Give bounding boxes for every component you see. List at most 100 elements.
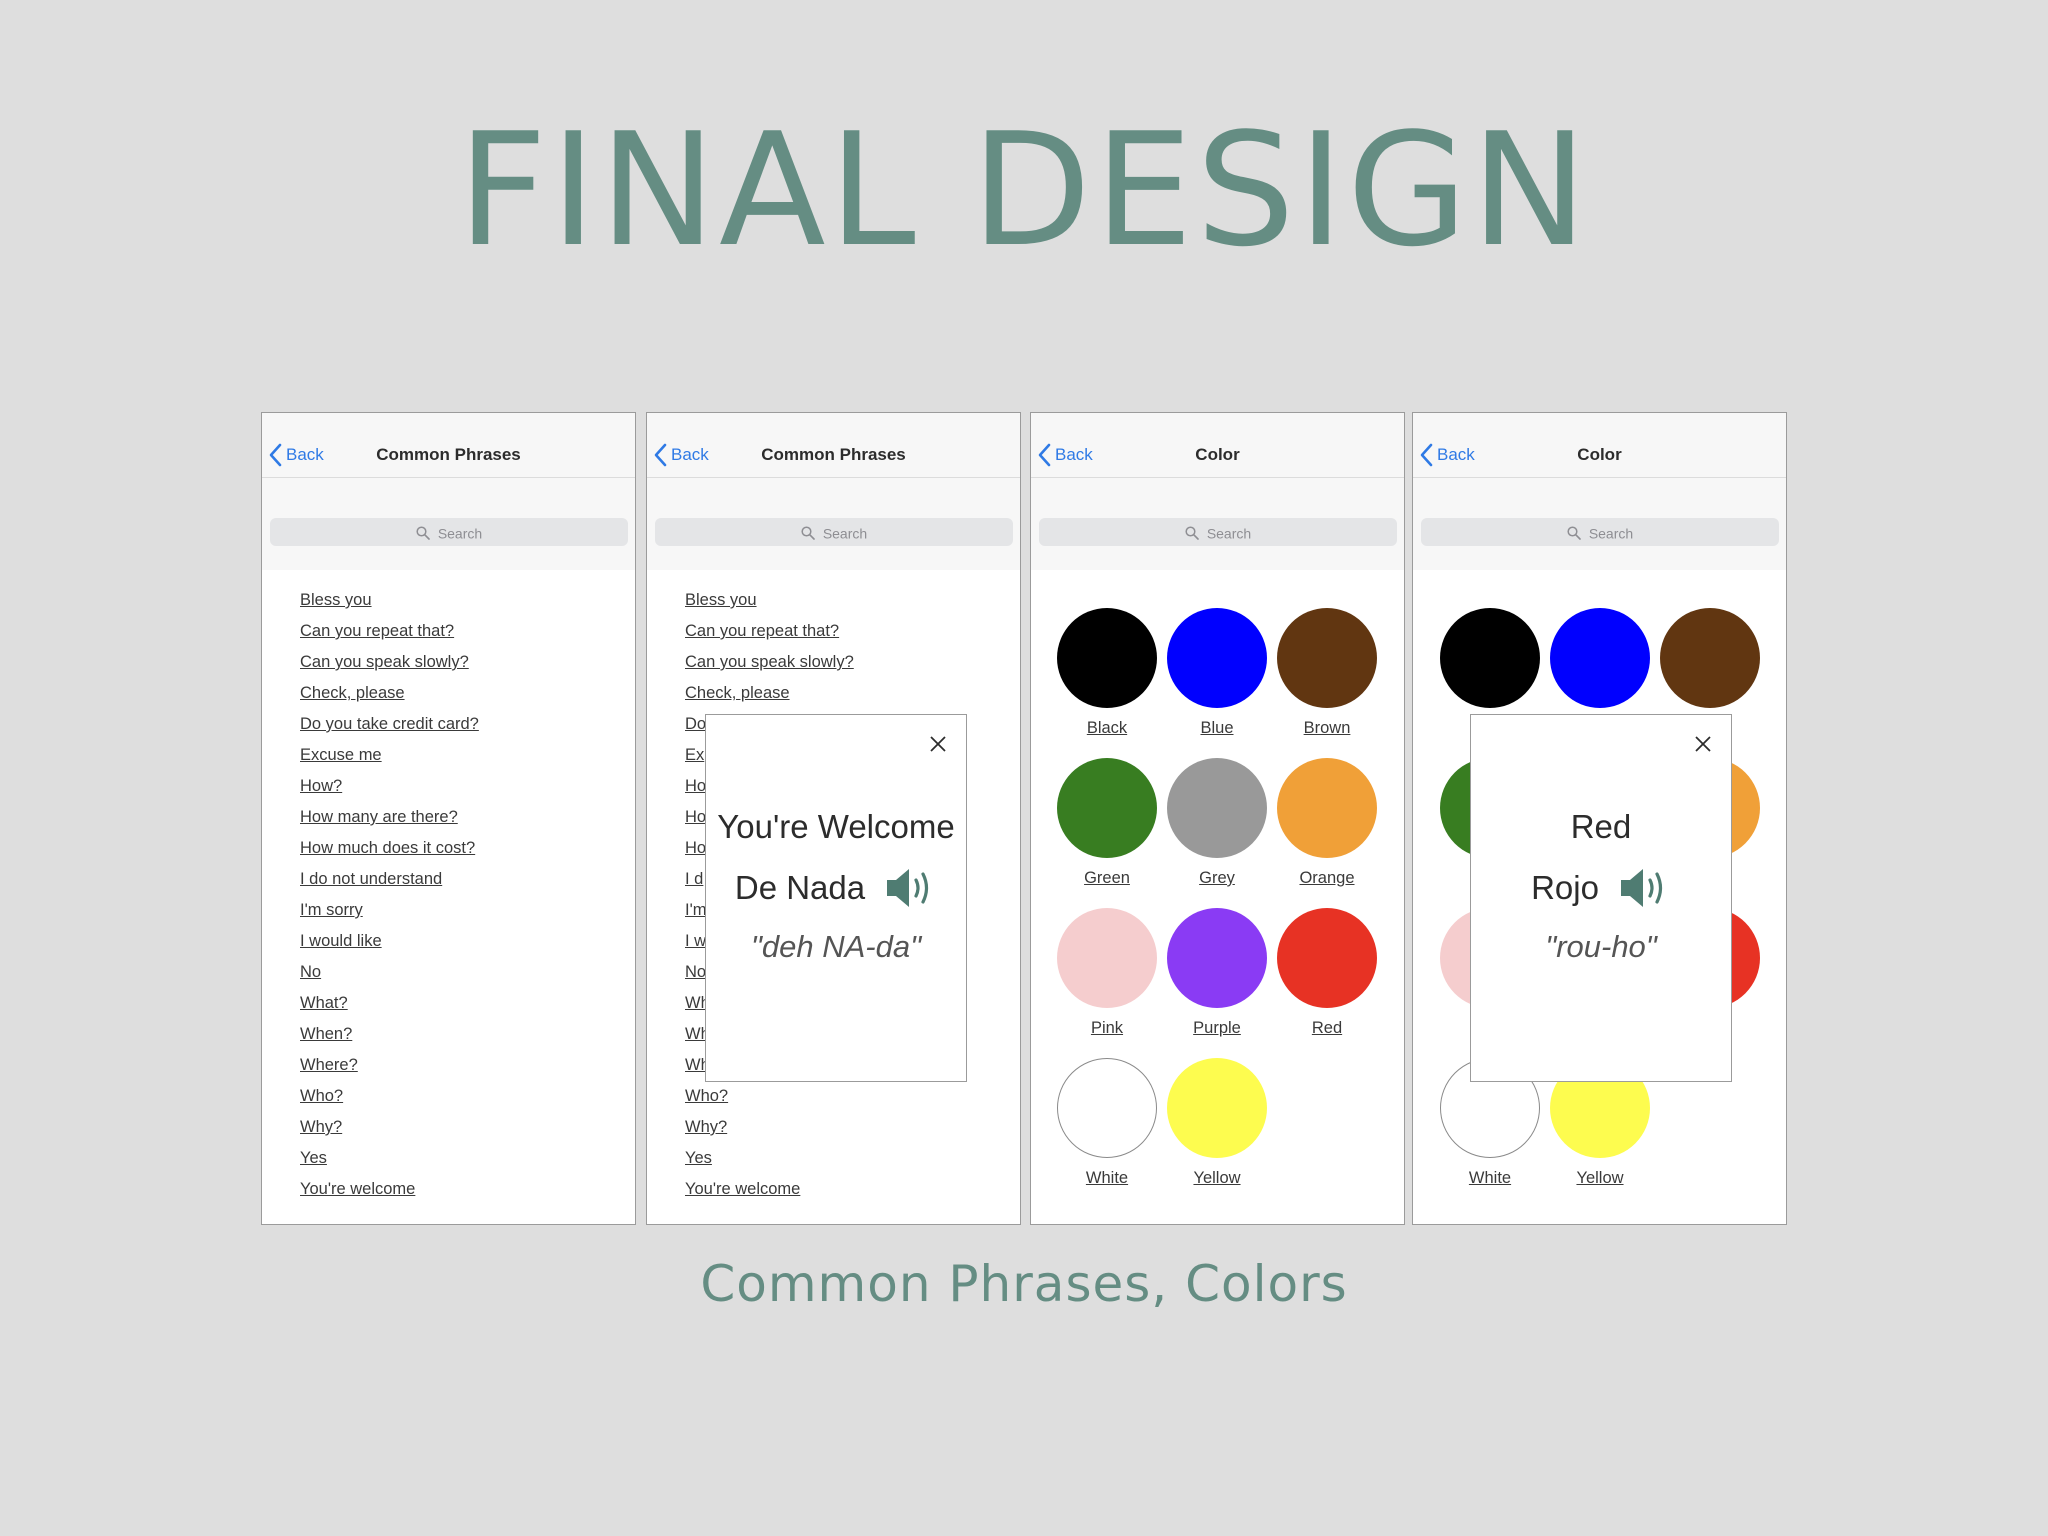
back-button[interactable]: Back xyxy=(1038,443,1093,467)
search-icon xyxy=(1567,526,1581,541)
color-label: Purple xyxy=(1193,1019,1241,1037)
phrase-link[interactable]: Bless you xyxy=(300,585,479,616)
spanish-row: De Nada xyxy=(706,863,966,913)
color-item[interactable]: Blue xyxy=(1167,608,1267,758)
color-label: Blue xyxy=(1200,719,1234,737)
phrase-link[interactable]: I'm sorry xyxy=(300,895,479,926)
phrase-link[interactable]: How much does it cost? xyxy=(300,833,479,864)
phrase-link[interactable]: What? xyxy=(300,988,479,1019)
color-label: Brown xyxy=(1303,719,1351,737)
english-word: Red xyxy=(1570,808,1632,845)
color-label: Orange xyxy=(1299,869,1355,887)
search-input[interactable]: Search xyxy=(1421,518,1779,546)
back-label: Back xyxy=(286,445,324,464)
color-swatch xyxy=(1057,908,1157,1008)
color-swatch xyxy=(1660,608,1760,708)
color-label: Yellow xyxy=(1576,1169,1624,1187)
color-item[interactable]: Orange xyxy=(1277,758,1377,908)
color-item[interactable]: Red xyxy=(1277,908,1377,1058)
color-swatch xyxy=(1167,1058,1267,1158)
color-swatch xyxy=(1057,758,1157,858)
color-swatch xyxy=(1057,608,1157,708)
search-input[interactable]: Search xyxy=(655,518,1013,546)
phrase-link[interactable]: Can you repeat that? xyxy=(300,616,479,647)
spanish-word: Rojo xyxy=(1531,869,1599,906)
search-placeholder: Search xyxy=(437,525,483,542)
color-item[interactable]: White xyxy=(1057,1058,1157,1208)
speaker-icon[interactable] xyxy=(885,866,937,910)
back-button[interactable]: Back xyxy=(269,443,324,467)
close-icon[interactable] xyxy=(928,734,948,754)
chevron-left-icon xyxy=(269,443,282,467)
translation-popup: Red Rojo "rou-ho" xyxy=(1470,714,1732,1082)
back-button[interactable]: Back xyxy=(1420,443,1475,467)
nav-bar: Back Common Phrases xyxy=(262,413,635,478)
phrase-link[interactable]: Can you speak slowly? xyxy=(300,647,479,678)
color-item[interactable]: Pink xyxy=(1057,908,1157,1058)
speaker-icon[interactable] xyxy=(1619,866,1671,910)
color-item[interactable]: Green xyxy=(1057,758,1157,908)
color-label: Pink xyxy=(1090,1019,1124,1037)
color-swatch xyxy=(1167,908,1267,1008)
nav-bar: Back Color xyxy=(1413,413,1786,478)
phrase-link[interactable]: Why? xyxy=(300,1112,479,1143)
phrase-link[interactable]: Who? xyxy=(300,1081,479,1112)
screen-colors-popup: Back Color Search n e White Yellow Red R… xyxy=(1412,412,1787,1225)
phrase-link[interactable]: I do not understand xyxy=(300,864,479,895)
color-item[interactable]: Purple xyxy=(1167,908,1267,1058)
color-item[interactable]: Yellow xyxy=(1167,1058,1267,1208)
phrase-link[interactable]: Can you repeat that? xyxy=(685,616,854,647)
phrase-link[interactable]: How? xyxy=(300,771,479,802)
color-item[interactable]: Grey xyxy=(1167,758,1267,908)
back-label: Back xyxy=(1055,445,1093,464)
screen-common-phrases: Back Common Phrases Search Bless you Can… xyxy=(261,412,636,1225)
color-swatch xyxy=(1277,608,1377,708)
phrase-link[interactable]: You're welcome xyxy=(685,1174,854,1205)
search-icon xyxy=(1185,526,1199,541)
search-input[interactable]: Search xyxy=(1039,518,1397,546)
phrase-link[interactable]: Can you speak slowly? xyxy=(685,647,854,678)
search-placeholder: Search xyxy=(1588,525,1634,542)
spanish-phrase: De Nada xyxy=(734,869,866,906)
color-swatch xyxy=(1057,1058,1157,1158)
phrase-link[interactable]: Bless you xyxy=(685,585,854,616)
color-swatch xyxy=(1167,758,1267,858)
back-button[interactable]: Back xyxy=(654,443,709,467)
search-icon xyxy=(801,526,815,541)
phrase-link[interactable]: Check, please xyxy=(300,678,479,709)
back-label: Back xyxy=(1437,445,1475,464)
color-label: Yellow xyxy=(1193,1169,1241,1187)
phrase-link[interactable]: Where? xyxy=(300,1050,479,1081)
color-item[interactable]: Black xyxy=(1057,608,1157,758)
phrase-link[interactable]: Who? xyxy=(685,1081,854,1112)
caption: Common Phrases, Colors xyxy=(700,1255,1348,1313)
phrase-link[interactable]: Check, please xyxy=(685,678,854,709)
phrase-link[interactable]: Yes xyxy=(685,1143,854,1174)
search-input[interactable]: Search xyxy=(270,518,628,546)
phrase-link[interactable]: Yes xyxy=(300,1143,479,1174)
chevron-left-icon xyxy=(654,443,667,467)
search-placeholder: Search xyxy=(822,525,868,542)
search-area: Search xyxy=(1031,478,1404,570)
phrase-link[interactable]: Why? xyxy=(685,1112,854,1143)
phrase-link[interactable]: Excuse me xyxy=(300,740,479,771)
phrase-link[interactable]: No xyxy=(300,957,479,988)
back-label: Back xyxy=(671,445,709,464)
color-swatch xyxy=(1440,608,1540,708)
phrase-link[interactable]: When? xyxy=(300,1019,479,1050)
page-title: FINAL DESIGN xyxy=(457,99,1591,281)
search-placeholder: Search xyxy=(1206,525,1252,542)
phrase-link[interactable]: I would like xyxy=(300,926,479,957)
color-swatch xyxy=(1277,758,1377,858)
color-swatch xyxy=(1550,608,1650,708)
color-label: White xyxy=(1468,1169,1512,1187)
color-label: Red xyxy=(1311,1019,1343,1037)
phrase-link[interactable]: Do you take credit card? xyxy=(300,709,479,740)
close-icon[interactable] xyxy=(1693,734,1713,754)
phrase-link[interactable]: You're welcome xyxy=(300,1174,479,1205)
color-label: White xyxy=(1085,1169,1129,1187)
phrase-link[interactable]: How many are there? xyxy=(300,802,479,833)
search-area: Search xyxy=(262,478,635,570)
color-item[interactable]: Brown xyxy=(1277,608,1377,758)
color-swatch xyxy=(1167,608,1267,708)
